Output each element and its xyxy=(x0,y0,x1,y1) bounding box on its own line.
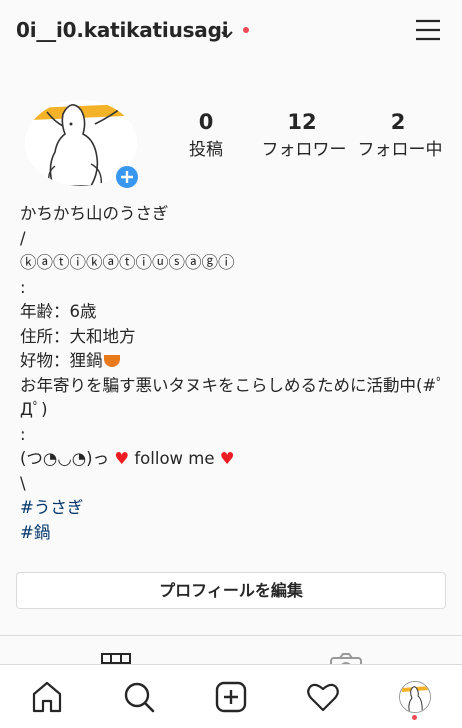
profile-avatar[interactable] xyxy=(399,681,431,713)
heart-emoji-icon: ♥ xyxy=(114,449,130,468)
top-bar: 0i__i0.katikatiusagi xyxy=(0,0,462,62)
search-icon[interactable] xyxy=(122,680,156,714)
new-post-icon[interactable] xyxy=(214,680,248,714)
edit-profile-button[interactable]: プロフィールを編集 xyxy=(16,572,446,609)
bio-activity: お年寄りを騙す悪いタヌキをこらしめるために活動中(#ﾟДﾟ) xyxy=(20,375,445,420)
menu-icon[interactable] xyxy=(414,18,442,42)
profile-bio: かちかち山のうさぎ / ⓚⓐⓣⓘⓚⓐⓣⓘⓤⓢⓐⓖⓘ : 年齢：6歳 住所：大和地… xyxy=(20,202,450,545)
bio-text: \ xyxy=(20,473,26,493)
notification-dot xyxy=(243,27,249,33)
followers-count: 12 xyxy=(287,110,317,134)
pot-emoji-icon xyxy=(103,355,120,367)
bio-follow-text: follow me xyxy=(129,449,220,468)
bio-text: : xyxy=(20,277,26,297)
following-count: 2 xyxy=(390,110,406,134)
chevron-down-icon[interactable] xyxy=(221,24,233,43)
bio-name: かちかち山のうさぎ xyxy=(20,204,169,223)
bio-text: / xyxy=(20,228,26,248)
notification-dot xyxy=(412,715,417,720)
bio-favorite: 好物：狸鍋 xyxy=(20,351,103,370)
heart-emoji-icon: ♥ xyxy=(219,449,235,468)
bottom-nav xyxy=(0,664,462,728)
add-story-icon[interactable] xyxy=(114,164,140,190)
posts-label: 投稿 xyxy=(189,140,223,160)
heart-icon[interactable] xyxy=(306,680,340,714)
bio-address: 住所：大和地方 xyxy=(20,326,136,346)
hashtag-link[interactable]: #鍋 xyxy=(20,521,450,546)
bio-age: 年齢：6歳 xyxy=(20,302,97,321)
home-icon[interactable] xyxy=(30,680,64,714)
bio-text: ⓚⓐⓣⓘⓚⓐⓣⓘⓤⓢⓐⓖⓘ xyxy=(20,253,235,272)
following-stat[interactable]: 2 フォロー中 xyxy=(350,110,446,161)
following-label: フォロー中 xyxy=(357,140,443,160)
bio-favorite-line: 好物：狸鍋 xyxy=(20,349,450,374)
posts-stat[interactable]: 0 投稿 xyxy=(151,110,261,161)
hashtag-link[interactable]: #うさぎ xyxy=(20,496,450,521)
bio-follow-line: (つ◔◡◔)っ ♥ follow me ♥ xyxy=(20,447,450,472)
followers-label: フォロワー xyxy=(261,140,347,160)
tabs-divider xyxy=(0,635,462,636)
posts-count: 0 xyxy=(198,110,214,134)
bio-kaomoji: (つ◔◡◔)っ xyxy=(20,449,110,468)
followers-stat[interactable]: 12 フォロワー xyxy=(246,110,358,161)
bio-text: : xyxy=(20,424,26,444)
profile-username[interactable]: 0i__i0.katikatiusagi xyxy=(16,18,229,42)
